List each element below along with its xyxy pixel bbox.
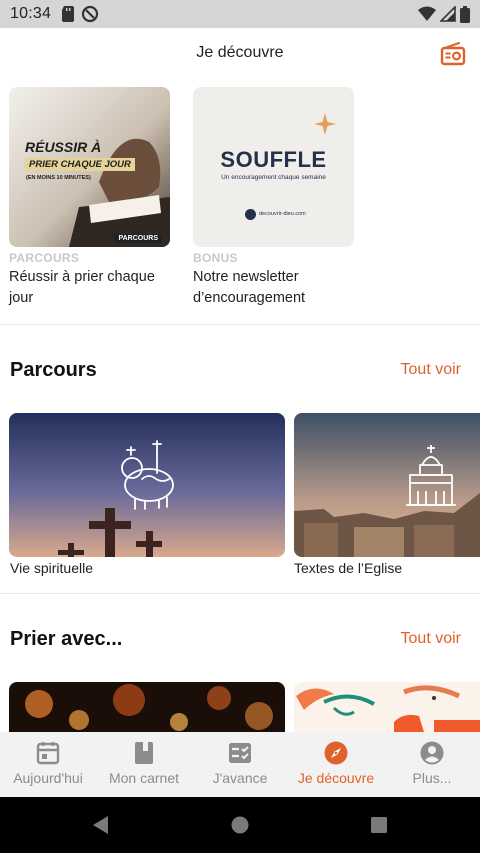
back-icon[interactable] — [90, 814, 112, 836]
parcours-label: Textes de l’Eglise — [294, 560, 403, 576]
battery-icon — [460, 5, 470, 23]
status-time: 10:34 — [10, 5, 52, 22]
signal-icon — [440, 6, 456, 22]
section-title-parcours: Parcours — [10, 359, 97, 381]
featured-kicker: BONUS — [193, 251, 238, 265]
featured-image-line3: (EN MOINS 10 MINUTES) — [26, 175, 91, 181]
nav-label: Aujourd'hui — [13, 770, 83, 786]
newsletter-logo-icon — [245, 209, 256, 220]
sd-card-icon — [62, 6, 75, 22]
featured-image-newsletter: SOUFFLE Un encouragement chaque semaine … — [193, 87, 354, 247]
nav-label: Mon carnet — [108, 770, 180, 786]
account-icon — [420, 741, 444, 765]
divider — [0, 593, 480, 594]
featured-image-line2: Un encouragement chaque semaine — [221, 174, 326, 181]
radio-icon[interactable] — [440, 41, 466, 67]
nav-item-javance[interactable]: J'avance — [192, 732, 288, 797]
nav-label: Je découvre — [297, 770, 375, 786]
status-bar: 10:34 — [0, 0, 480, 28]
featured-image-line2: PRIER CHAQUE JOUR — [25, 158, 135, 171]
see-all-prier-link[interactable]: Tout voir — [401, 630, 461, 648]
featured-image-line3: decouvrir-dieu.com — [259, 211, 306, 217]
nav-label: J'avance — [212, 770, 268, 786]
app-header: Je découvre — [0, 28, 480, 78]
checklist-icon — [229, 743, 251, 763]
see-all-parcours-link[interactable]: Tout voir — [401, 361, 461, 379]
featured-card-prayer[interactable]: RÉUSSIR À PRIER CHAQUE JOUR (EN MOINS 10… — [9, 87, 171, 309]
parcours-label: Vie spirituelle — [10, 560, 94, 576]
section-title-prier: Prier avec... — [10, 628, 123, 650]
featured-kicker: PARCOURS — [9, 251, 80, 265]
calendar-icon — [36, 742, 60, 765]
notebook-icon — [135, 742, 153, 764]
nav-item-mon-carnet[interactable]: Mon carnet — [96, 732, 192, 797]
compass-icon — [324, 741, 348, 765]
nav-item-aujourdhui[interactable]: Aujourd'hui — [0, 732, 96, 797]
recents-icon[interactable] — [368, 814, 390, 836]
nav-item-je-decouvre[interactable]: Je découvre — [288, 732, 384, 797]
nav-item-plus[interactable]: Plus... — [384, 732, 480, 797]
sync-icon — [81, 5, 99, 23]
prier-card-2[interactable] — [294, 682, 480, 732]
featured-image-line1: SOUFFLE — [220, 147, 327, 172]
nav-label: Plus... — [412, 770, 452, 786]
featured-title: Notre newsletter d’encouragement — [193, 269, 306, 306]
wifi-icon — [418, 6, 436, 21]
featured-card-newsletter[interactable]: SOUFFLE Un encouragement chaque semaine … — [193, 87, 355, 309]
featured-title: Réussir à prier chaque jour — [9, 269, 155, 306]
parcours-card-vie-spirituelle[interactable] — [9, 413, 285, 557]
featured-image-prayer: RÉUSSIR À PRIER CHAQUE JOUR (EN MOINS 10… — [9, 87, 170, 247]
prier-card-1[interactable] — [9, 682, 285, 732]
parcours-card-textes-eglise[interactable] — [294, 413, 480, 557]
featured-image-tag: PARCOURS — [114, 234, 162, 243]
system-navigation-bar — [0, 797, 480, 853]
page-title: Je découvre — [196, 44, 284, 61]
featured-image-line1: RÉUSSIR À — [25, 139, 102, 155]
home-icon[interactable] — [229, 814, 251, 836]
divider — [0, 324, 480, 325]
bottom-navigation: Aujourd'hui Mon carnet J'avance Je décou… — [0, 732, 480, 797]
